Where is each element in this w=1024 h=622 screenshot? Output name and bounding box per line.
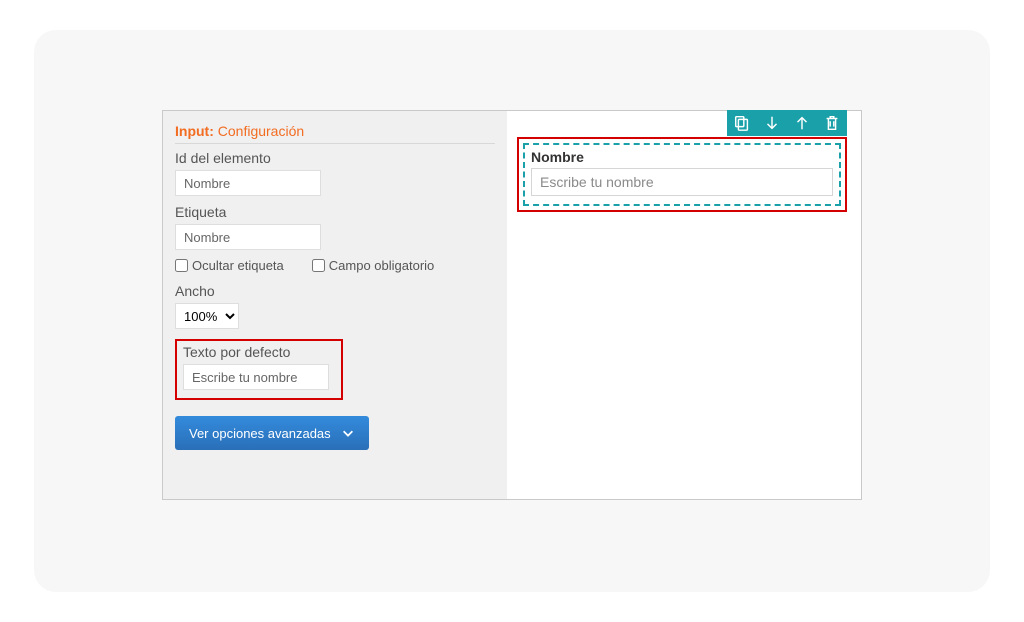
hide-label-text: Ocultar etiqueta <box>192 258 284 273</box>
duplicate-icon[interactable] <box>733 114 751 132</box>
preview-panel: Nombre <box>507 111 861 499</box>
preview-element-selected[interactable]: Nombre <box>523 143 841 206</box>
element-id-field: Id del elemento <box>175 150 495 196</box>
required-checkbox[interactable]: Campo obligatorio <box>312 258 435 273</box>
config-title-type: Input: <box>175 123 214 139</box>
divider <box>175 143 495 144</box>
preview-field-input[interactable] <box>531 168 833 196</box>
hide-label-checkbox[interactable]: Ocultar etiqueta <box>175 258 284 273</box>
etiqueta-field: Etiqueta <box>175 204 495 250</box>
checkbox-row: Ocultar etiqueta Campo obligatorio <box>175 258 495 273</box>
form-builder: Input: Configuración Id del elemento Eti… <box>162 110 862 500</box>
preview-element-highlight: Nombre <box>517 137 847 212</box>
move-up-icon[interactable] <box>793 114 811 132</box>
config-panel-title: Input: Configuración <box>175 117 495 143</box>
advanced-options-button[interactable]: Ver opciones avanzadas <box>175 416 369 450</box>
advanced-options-label: Ver opciones avanzadas <box>189 426 331 441</box>
required-checkbox-input[interactable] <box>312 259 325 272</box>
chevron-down-icon <box>341 426 355 440</box>
page-card: Input: Configuración Id del elemento Eti… <box>34 30 990 592</box>
etiqueta-label: Etiqueta <box>175 204 495 220</box>
delete-icon[interactable] <box>823 114 841 132</box>
width-label: Ancho <box>175 283 495 299</box>
etiqueta-input[interactable] <box>175 224 321 250</box>
width-select[interactable]: 100% <box>175 303 239 329</box>
move-down-icon[interactable] <box>763 114 781 132</box>
width-field: Ancho 100% <box>175 283 495 329</box>
default-text-input[interactable] <box>183 364 329 390</box>
config-title-name: Configuración <box>218 123 304 139</box>
hide-label-checkbox-input[interactable] <box>175 259 188 272</box>
element-toolbar <box>727 110 847 136</box>
preview-field-label: Nombre <box>531 149 833 165</box>
required-text: Campo obligatorio <box>329 258 435 273</box>
default-text-label: Texto por defecto <box>183 344 335 360</box>
config-panel: Input: Configuración Id del elemento Eti… <box>163 111 507 499</box>
element-id-label: Id del elemento <box>175 150 495 166</box>
default-text-highlight: Texto por defecto <box>175 339 343 400</box>
element-id-input[interactable] <box>175 170 321 196</box>
